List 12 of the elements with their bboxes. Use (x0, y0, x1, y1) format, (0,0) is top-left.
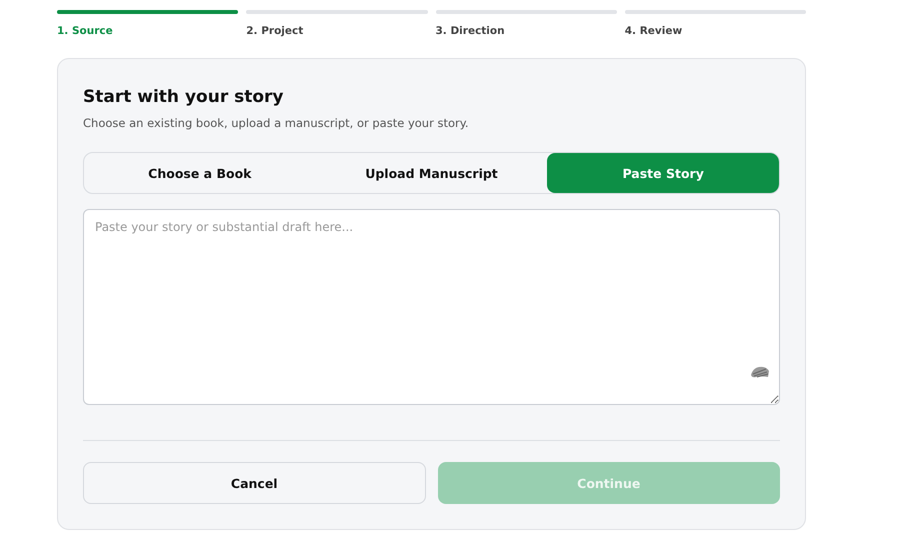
step-label[interactable]: 4. Review (624, 25, 682, 37)
card-subtitle: Choose an existing book, upload a manuscript, or paste your story. (83, 116, 470, 130)
card-title: Start with your story (83, 87, 285, 107)
step-label[interactable]: 1. Source (57, 25, 113, 37)
step-label[interactable]: 2. Project (246, 25, 304, 37)
scribble-icon (750, 365, 770, 379)
story-field[interactable]: Paste your story or substantial draft here... (83, 209, 780, 405)
source-tab[interactable]: Upload Manuscript (316, 153, 548, 193)
step-label[interactable]: 3. Direction (436, 25, 505, 37)
source-tab[interactable]: Paste Story (547, 153, 779, 193)
source-tab[interactable]: Choose a Book (84, 153, 316, 193)
cancel-button[interactable]: Cancel (83, 462, 426, 504)
